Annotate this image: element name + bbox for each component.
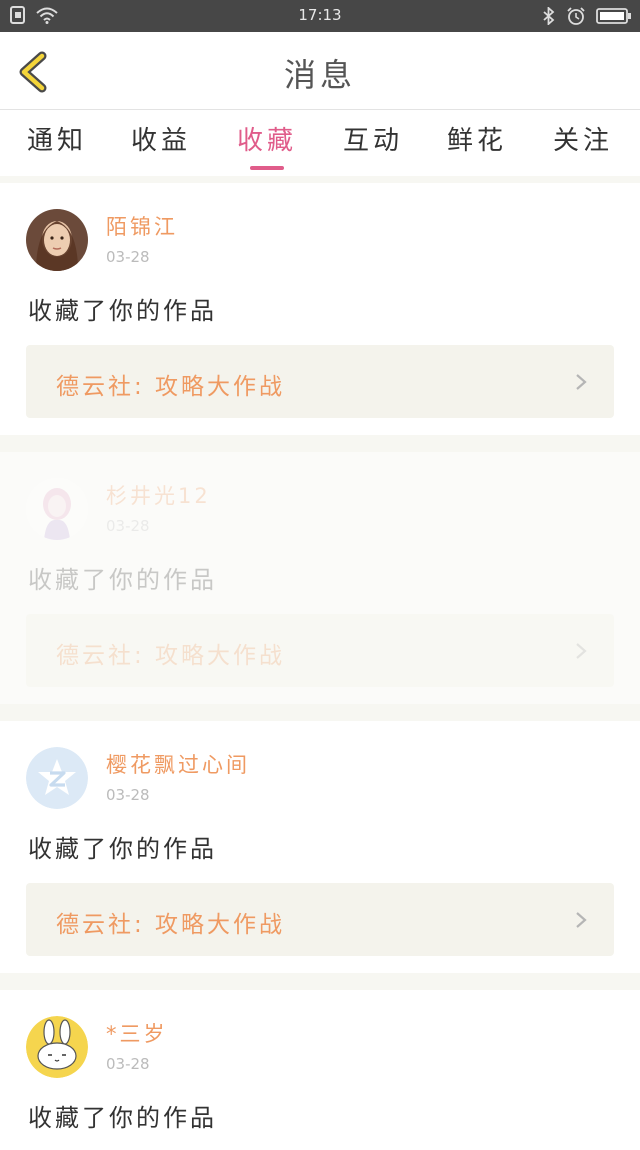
action-text: 收藏了你的作品	[28, 1104, 217, 1132]
feed-card[interactable]: 樱花飘过心间 03-28 收藏了你的作品 德云社: 攻略大作战	[0, 721, 640, 973]
status-bar: 17:13	[0, 0, 640, 32]
tab-flowers[interactable]: 鲜花	[432, 120, 522, 176]
work-title: 德云社: 攻略大作战	[56, 374, 286, 400]
avatar[interactable]	[26, 1016, 88, 1078]
nav-bar: 消息	[0, 32, 640, 110]
date: 03-28	[106, 786, 150, 804]
tab-interactions[interactable]: 互动	[328, 120, 418, 176]
feed-card[interactable]: 杉井光12 03-28 收藏了你的作品 德云社: 攻略大作战	[0, 452, 640, 704]
chevron-right-icon	[576, 374, 587, 390]
page-title: 消息	[283, 56, 356, 94]
active-tab-indicator	[250, 166, 284, 170]
bluetooth-icon	[543, 7, 555, 25]
action-text: 收藏了你的作品	[28, 835, 217, 863]
date: 03-28	[106, 248, 150, 266]
tab-label: 通知	[26, 126, 87, 156]
user-name[interactable]: *三岁	[106, 1018, 168, 1048]
chevron-right-icon	[576, 912, 587, 928]
tab-bar: 通知 收益 收藏 互动 鲜花 关注	[0, 110, 640, 176]
avatar[interactable]	[26, 209, 88, 271]
tab-follows[interactable]: 关注	[538, 120, 628, 176]
user-name[interactable]: 杉井光12	[106, 480, 211, 510]
user-name[interactable]: 樱花飘过心间	[106, 749, 250, 779]
tab-earnings[interactable]: 收益	[116, 120, 206, 176]
chevron-right-icon	[576, 643, 587, 659]
work-link[interactable]: 德云社: 攻略大作战	[26, 614, 614, 687]
tab-label: 收益	[130, 126, 191, 156]
tab-label: 收藏	[236, 126, 297, 156]
tab-label: 鲜花	[446, 126, 507, 156]
battery-icon	[596, 8, 631, 24]
avatar[interactable]	[26, 478, 88, 540]
tab-label: 关注	[552, 126, 613, 156]
user-name[interactable]: 陌锦江	[106, 211, 178, 241]
action-text: 收藏了你的作品	[28, 566, 217, 594]
feed-card[interactable]: 陌锦江 03-28 收藏了你的作品 德云社: 攻略大作战	[0, 183, 640, 435]
date: 03-28	[106, 1055, 150, 1073]
feed-card[interactable]: *三岁 03-28 收藏了你的作品	[0, 990, 640, 1150]
avatar[interactable]	[26, 747, 88, 809]
tab-label: 互动	[342, 126, 403, 156]
tab-notifications[interactable]: 通知	[12, 120, 102, 176]
work-link[interactable]: 德云社: 攻略大作战	[26, 345, 614, 418]
action-text: 收藏了你的作品	[28, 297, 217, 325]
work-title: 德云社: 攻略大作战	[56, 643, 286, 669]
date: 03-28	[106, 517, 150, 535]
work-link[interactable]: 德云社: 攻略大作战	[26, 883, 614, 956]
alarm-icon	[567, 7, 585, 25]
work-title: 德云社: 攻略大作战	[56, 912, 286, 938]
tab-favorites[interactable]: 收藏	[222, 120, 312, 176]
